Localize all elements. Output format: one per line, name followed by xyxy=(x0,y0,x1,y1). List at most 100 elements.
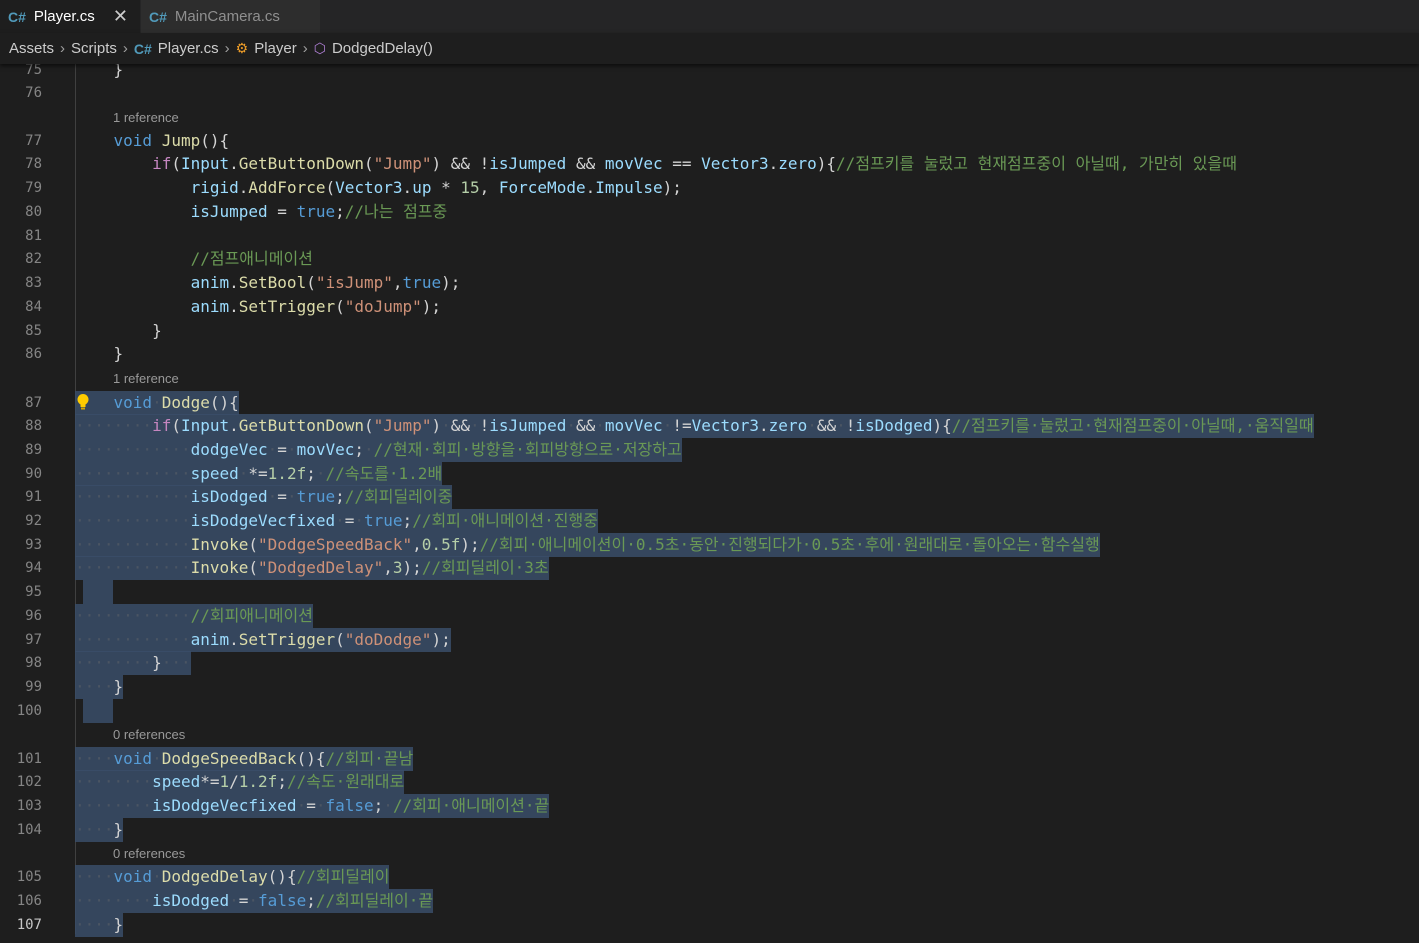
code-token: } xyxy=(152,653,162,672)
code-token: Input xyxy=(180,154,230,173)
codelens-references[interactable]: 1 reference xyxy=(113,369,179,389)
code-text xyxy=(83,580,113,604)
chevron-right-icon: › xyxy=(122,40,128,57)
line-number: 75 xyxy=(25,64,42,78)
code-line[interactable]: 78 if(Input.GetButtonDown("Jump") && !is… xyxy=(0,152,1419,176)
breadcrumb-assets[interactable]: Assets xyxy=(9,40,54,57)
code-token: ( xyxy=(248,535,259,554)
code-token: true xyxy=(402,273,442,292)
code-line[interactable]: 102 ········speed*=1/1.2f;//속도·원래대로 xyxy=(0,770,1419,794)
code-token: GetButtonDown xyxy=(238,416,365,435)
code-line[interactable]: 84 anim.SetTrigger("doJump"); xyxy=(0,295,1419,319)
code-text: ········isDodged·=·false;//회피딜레이·끝 xyxy=(75,889,434,913)
code-token: ); xyxy=(431,630,451,649)
code-line[interactable]: 92 ············isDodgeVecfixed·=·true;//회… xyxy=(0,509,1419,533)
code-line[interactable]: 101 ····void·DodgeSpeedBack(){//회피·끝남 xyxy=(0,747,1419,771)
code-line[interactable]: 105 ····void·DodgedDelay(){//회피딜레이 xyxy=(0,865,1419,889)
code-token: ···· xyxy=(75,749,114,768)
code-token: AddForce xyxy=(248,178,326,197)
code-token: ; xyxy=(335,202,345,221)
code-line[interactable]: 82 //점프애니메이션 xyxy=(0,247,1419,271)
code-token: up xyxy=(412,178,432,197)
code-line[interactable]: 95 xyxy=(0,580,1419,604)
code-line[interactable]: 99 ····} xyxy=(0,675,1419,699)
code-token: · xyxy=(595,416,605,435)
code-token: / xyxy=(229,772,239,791)
code-token: 3 xyxy=(392,558,403,577)
code-line[interactable]: 90 ············speed·*=1.2f;·//속도를·1.2배 xyxy=(0,462,1419,486)
code-token: && xyxy=(566,154,605,173)
code-line[interactable]: 87 void·Dodge(){ xyxy=(0,391,1419,415)
line-number: 84 xyxy=(25,299,42,315)
code-token: = xyxy=(238,891,249,910)
code-token: ··· xyxy=(161,653,191,672)
code-token: = xyxy=(344,511,355,530)
code-token: · xyxy=(152,867,162,886)
code-token: && xyxy=(816,416,837,435)
code-line[interactable]: 103 ········isDodgeVecfixed·=·false;·//회피… xyxy=(0,794,1419,818)
code-token: void xyxy=(113,131,153,150)
code-line[interactable]: 93 ············Invoke("DodgeSpeedBack",0.… xyxy=(0,533,1419,557)
code-token: · xyxy=(296,796,307,815)
code-editor[interactable]: 1 reference 1 reference 0 references 0 refe… xyxy=(0,64,1419,943)
code-token: · xyxy=(152,749,162,768)
code-line[interactable]: 107 ····} xyxy=(0,913,1419,937)
code-line[interactable]: 75 } xyxy=(0,64,1419,82)
code-line[interactable]: 88 ········if(Input.GetButtonDown("Jump")… xyxy=(0,414,1419,438)
code-text: ····} xyxy=(75,913,124,937)
code-line[interactable]: 85 } xyxy=(0,319,1419,343)
codelens-references[interactable]: 1 reference xyxy=(113,108,179,128)
code-token: //회피·애니메이션이·0.5초·동안·진행되다가·0.5초·후에·원래대로·돌… xyxy=(479,535,1100,554)
code-token: //나는 점프중 xyxy=(344,202,448,221)
code-line[interactable]: 83 anim.SetBool("isJump",true); xyxy=(0,271,1419,295)
breadcrumb-class[interactable]: Player xyxy=(254,40,297,57)
code-line[interactable]: 100 xyxy=(0,699,1419,723)
code-line[interactable]: 81 xyxy=(0,224,1419,248)
code-token: ( xyxy=(248,558,259,577)
code-token: ············ xyxy=(75,511,191,530)
code-token: Input xyxy=(180,416,230,435)
code-token: (){ xyxy=(200,131,230,150)
code-token: "doDodge" xyxy=(344,630,432,649)
tab-player-cs[interactable]: C# Player.cs ✕ xyxy=(0,0,140,33)
code-token: } xyxy=(75,344,124,363)
code-token: ! xyxy=(479,416,490,435)
code-line[interactable]: 80 isJumped = true;//나는 점프중 xyxy=(0,200,1419,224)
code-token: true xyxy=(296,487,336,506)
code-token: //회피딜레이·3초 xyxy=(421,558,549,577)
code-token: ); xyxy=(421,297,442,316)
code-line[interactable]: 104 ····} xyxy=(0,818,1419,842)
code-line[interactable]: 98 ········}··· xyxy=(0,651,1419,675)
line-number: 98 xyxy=(25,655,42,671)
code-line[interactable]: 96 ············//회피애니메이션 xyxy=(0,604,1419,628)
codelens-references[interactable]: 0 references xyxy=(113,844,185,864)
line-number: 79 xyxy=(25,180,42,196)
code-line[interactable]: 77 void Jump(){ xyxy=(0,129,1419,153)
code-token: · xyxy=(364,440,374,459)
code-token: · xyxy=(566,416,576,435)
breadcrumb-file[interactable]: Player.cs xyxy=(158,40,219,57)
breadcrumb-method[interactable]: DodgedDelay() xyxy=(332,40,433,57)
close-icon[interactable]: ✕ xyxy=(113,6,128,27)
code-line[interactable]: 76 xyxy=(0,81,1419,105)
tab-maincamera-cs[interactable]: C# MainCamera.cs xyxy=(140,0,320,33)
code-token: //회피·애니메이션·끝 xyxy=(392,796,550,815)
code-token: } xyxy=(113,820,124,839)
code-line[interactable]: 94 ············Invoke("DodgedDelay",3);//… xyxy=(0,556,1419,580)
code-line[interactable]: 106 ········isDodged·=·false;//회피딜레이·끝 xyxy=(0,889,1419,913)
code-line[interactable]: 86 } xyxy=(0,342,1419,366)
code-line[interactable]: 91 ············isDodged·=·true;//회피딜레이중 xyxy=(0,485,1419,509)
codelens-references[interactable]: 0 references xyxy=(113,725,185,745)
lightbulb-icon[interactable] xyxy=(76,393,90,411)
breadcrumb-scripts[interactable]: Scripts xyxy=(71,40,117,57)
code-line[interactable]: 79 rigid.AddForce(Vector3.up * 15, Force… xyxy=(0,176,1419,200)
code-token: SetBool xyxy=(238,273,307,292)
code-line[interactable]: 97 ············anim.SetTrigger("doDodge")… xyxy=(0,628,1419,652)
code-line[interactable]: 89 ············dodgeVec·=·movVec;·//현재·회피… xyxy=(0,438,1419,462)
code-token: dodgeVec xyxy=(190,440,268,459)
code-token: · xyxy=(286,440,297,459)
code-token: 0.5f xyxy=(421,535,461,554)
line-number: 78 xyxy=(25,156,42,172)
